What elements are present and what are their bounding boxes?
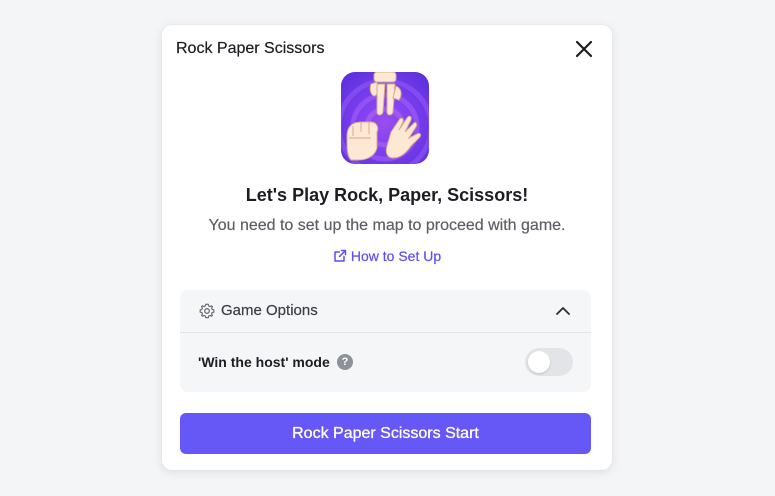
external-link-icon [333,249,347,263]
game-options-header[interactable]: Game Options [180,290,591,333]
close-icon[interactable] [573,38,595,60]
dialog-title: Rock Paper Scissors [176,40,325,57]
how-to-set-up-label: How to Set Up [350,248,442,264]
gear-icon [199,303,215,319]
win-host-mode-row: 'Win the host' mode ? [180,333,591,392]
win-host-mode-label: 'Win the host' mode [198,354,330,370]
start-game-button[interactable]: Rock Paper Scissors Start [180,413,591,454]
rock-paper-scissors-icon [341,72,429,164]
toggle-knob [528,351,550,373]
headline: Let's Play Rock, Paper, Scissors! [245,185,529,205]
rps-dialog: Rock Paper Scissors Let's Play Rock, Pap… [162,25,612,470]
help-icon[interactable]: ? [337,354,353,370]
game-options-title: Game Options [221,302,318,319]
setup-instruction: You need to set up the map to proceed wi… [208,217,566,234]
how-to-set-up-link[interactable]: How to Set Up [162,247,612,265]
win-host-mode-toggle[interactable] [525,348,573,376]
chevron-up-icon[interactable] [555,303,571,319]
game-options-panel: Game Options 'Win the host' mode ? [180,290,591,392]
